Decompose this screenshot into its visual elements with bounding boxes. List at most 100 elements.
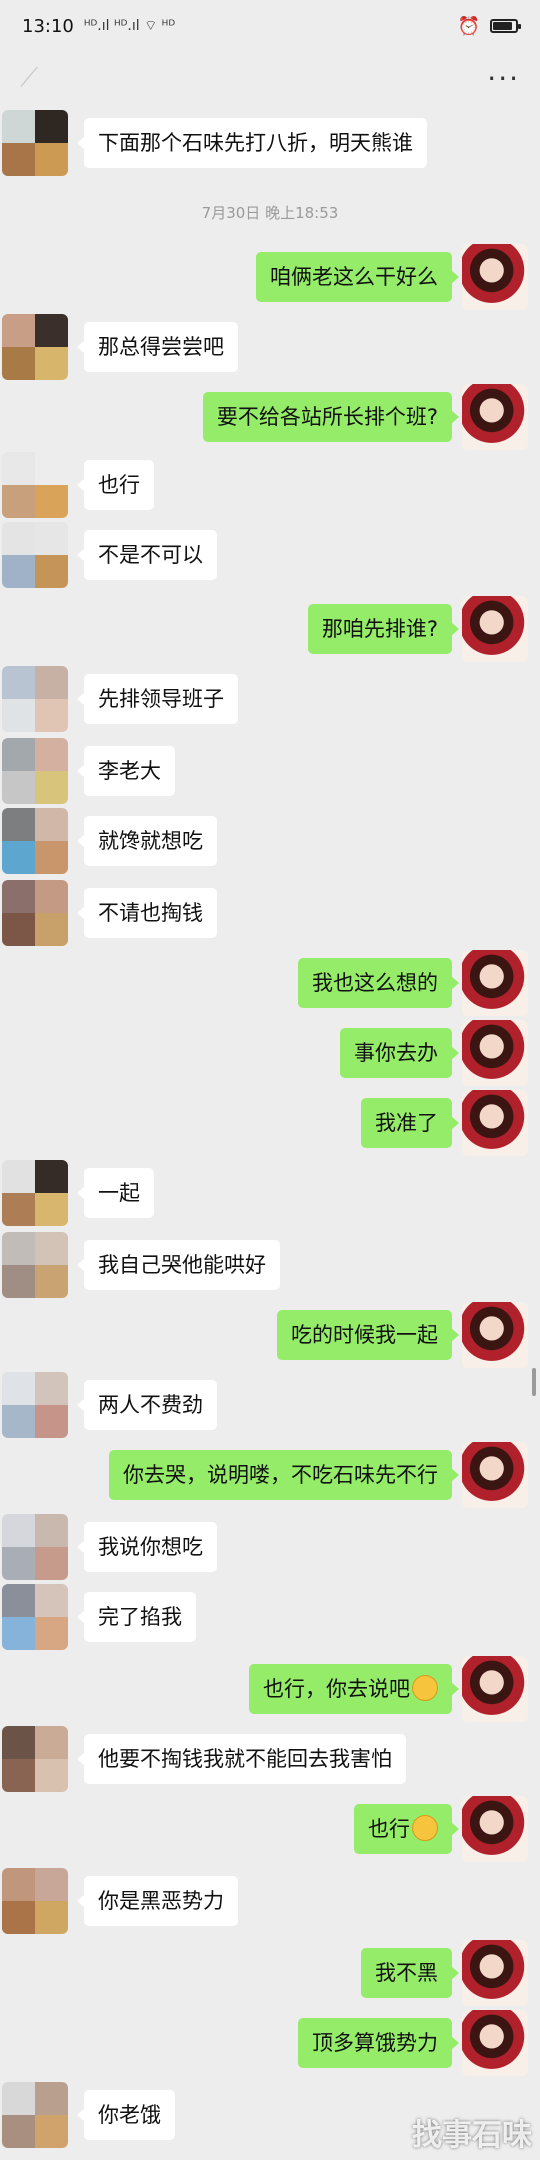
my-avatar[interactable] (462, 384, 528, 450)
message-list[interactable]: 下面那个石味先打八折，明天熊谁咱俩老这么干好么那总得尝尝吧要不给各站所长排个班?… (0, 0, 540, 2160)
contact-avatar[interactable] (2, 1160, 68, 1226)
message-row: 吃的时候我一起 (0, 1302, 540, 1368)
message-text: 咱俩老这么干好么 (270, 265, 438, 289)
watermark: 找事石味 (412, 2118, 532, 2153)
outgoing-message[interactable]: 也行 (354, 1804, 459, 1854)
message-text: 吃的时候我一起 (291, 1323, 438, 1347)
incoming-message[interactable]: 下面那个石味先打八折，明天熊谁 (77, 118, 427, 168)
my-avatar[interactable] (462, 1090, 528, 1156)
contact-avatar[interactable] (2, 452, 68, 518)
message-row: 我不黑 (0, 1940, 540, 2006)
incoming-message[interactable]: 不是不可以 (77, 530, 217, 580)
message-row: 你去哭，说明喽，不吃石味先不行 (0, 1442, 540, 1508)
my-avatar[interactable] (462, 2010, 528, 2076)
grin-emoji-icon (412, 1675, 438, 1701)
contact-avatar[interactable] (2, 110, 68, 176)
message-row: 不是不可以 (0, 522, 540, 588)
incoming-message[interactable]: 两人不费劲 (77, 1380, 217, 1430)
outgoing-message[interactable]: 你去哭，说明喽，不吃石味先不行 (109, 1450, 459, 1500)
my-avatar[interactable] (462, 950, 528, 1016)
incoming-message[interactable]: 完了掐我 (77, 1592, 196, 1642)
message-row: 李老大 (0, 738, 540, 804)
contact-avatar[interactable] (2, 808, 68, 874)
incoming-message[interactable]: 先排领导班子 (77, 674, 238, 724)
contact-avatar[interactable] (2, 1232, 68, 1298)
outgoing-message[interactable]: 我准了 (361, 1098, 459, 1148)
message-text: 李老大 (98, 759, 161, 783)
contact-avatar[interactable] (2, 1868, 68, 1934)
outgoing-message[interactable]: 那咱先排谁? (307, 604, 460, 654)
incoming-message[interactable]: 李老大 (77, 746, 175, 796)
message-row: 我准了 (0, 1090, 540, 1156)
contact-avatar[interactable] (2, 522, 68, 588)
my-avatar[interactable] (462, 1656, 528, 1722)
incoming-message[interactable]: 那总得尝尝吧 (77, 322, 238, 372)
incoming-message[interactable]: 我自己哭他能哄好 (77, 1240, 280, 1290)
message-text: 先排领导班子 (98, 687, 224, 711)
message-text: 就馋就想吃 (98, 829, 203, 853)
message-row: 顶多算饿势力 (0, 2010, 540, 2076)
contact-avatar[interactable] (2, 1726, 68, 1792)
message-row: 也行，你去说吧 (0, 1656, 540, 1722)
my-avatar[interactable] (462, 596, 528, 662)
outgoing-message[interactable]: 我也这么想的 (298, 958, 459, 1008)
incoming-message[interactable]: 你老饿 (77, 2090, 175, 2140)
contact-avatar[interactable] (2, 314, 68, 380)
message-text: 我也这么想的 (312, 971, 438, 995)
outgoing-message[interactable]: 也行，你去说吧 (249, 1664, 459, 1714)
message-text: 也行 (98, 473, 140, 497)
message-row: 完了掐我 (0, 1584, 540, 1650)
contact-avatar[interactable] (2, 2082, 68, 2148)
my-avatar[interactable] (462, 1020, 528, 1086)
message-text: 我自己哭他能哄好 (98, 1253, 266, 1277)
message-text: 两人不费劲 (98, 1393, 203, 1417)
outgoing-message[interactable]: 吃的时候我一起 (277, 1310, 459, 1360)
message-row: 先排领导班子 (0, 666, 540, 732)
contact-avatar[interactable] (2, 1514, 68, 1580)
outgoing-message[interactable]: 要不给各站所长排个班? (202, 392, 460, 442)
my-avatar[interactable] (462, 1302, 528, 1368)
my-avatar[interactable] (462, 1796, 528, 1862)
scrollbar[interactable] (532, 1368, 536, 1396)
message-text: 下面那个石味先打八折，明天熊谁 (98, 131, 413, 155)
contact-avatar[interactable] (2, 738, 68, 804)
my-avatar[interactable] (462, 1940, 528, 2006)
message-text: 那总得尝尝吧 (98, 335, 224, 359)
outgoing-message[interactable]: 咱俩老这么干好么 (256, 252, 459, 302)
incoming-message[interactable]: 一起 (77, 1168, 154, 1218)
outgoing-message[interactable]: 事你去办 (340, 1028, 459, 1078)
smirk-emoji-icon (412, 1815, 438, 1841)
incoming-message[interactable]: 我说你想吃 (77, 1522, 217, 1572)
message-row: 那总得尝尝吧 (0, 314, 540, 380)
outgoing-message[interactable]: 我不黑 (361, 1948, 459, 1998)
my-avatar[interactable] (462, 1442, 528, 1508)
message-row: 一起 (0, 1160, 540, 1226)
incoming-message[interactable]: 他要不掏钱我就不能回去我害怕 (77, 1734, 406, 1784)
contact-avatar[interactable] (2, 1372, 68, 1438)
contact-avatar[interactable] (2, 880, 68, 946)
message-text: 顶多算饿势力 (312, 2031, 438, 2055)
message-text: 你老饿 (98, 2103, 161, 2127)
message-text: 我准了 (375, 1111, 438, 1135)
contact-avatar[interactable] (2, 1584, 68, 1650)
incoming-message[interactable]: 就馋就想吃 (77, 816, 217, 866)
message-text: 我说你想吃 (98, 1535, 203, 1559)
message-text: 不请也掏钱 (98, 901, 203, 925)
message-text: 事你去办 (354, 1041, 438, 1065)
message-text: 也行 (368, 1817, 410, 1841)
message-text: 也行，你去说吧 (263, 1677, 410, 1701)
message-row: 也行 (0, 452, 540, 518)
outgoing-message[interactable]: 顶多算饿势力 (298, 2018, 459, 2068)
incoming-message[interactable]: 不请也掏钱 (77, 888, 217, 938)
contact-avatar[interactable] (2, 666, 68, 732)
my-avatar[interactable] (462, 244, 528, 310)
message-row: 事你去办 (0, 1020, 540, 1086)
message-row: 你是黑恶势力 (0, 1868, 540, 1934)
message-row: 那咱先排谁? (0, 596, 540, 662)
message-text: 你去哭，说明喽，不吃石味先不行 (123, 1463, 438, 1487)
incoming-message[interactable]: 也行 (77, 460, 154, 510)
message-text: 完了掐我 (98, 1605, 182, 1629)
message-row: 也行 (0, 1796, 540, 1862)
incoming-message[interactable]: 你是黑恶势力 (77, 1876, 238, 1926)
message-text: 那咱先排谁? (321, 617, 438, 641)
